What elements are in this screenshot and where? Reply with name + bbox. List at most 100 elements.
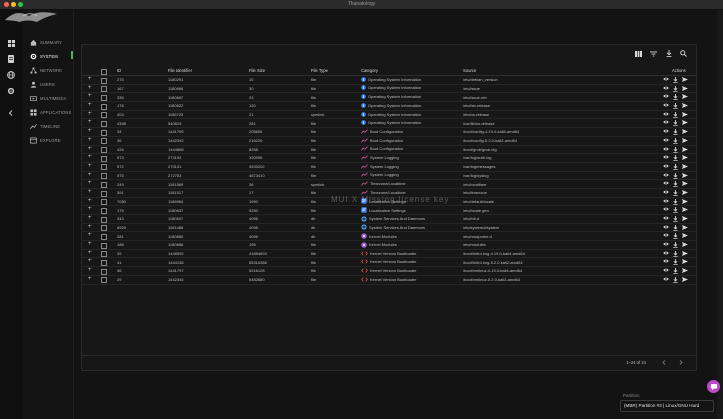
assistant-fab[interactable] (707, 380, 720, 393)
partition-select[interactable]: (MBR) Partition #3 | Linux/GNU Hurd (620, 400, 714, 412)
globe-icon[interactable] (6, 70, 16, 80)
row-checkbox[interactable] (101, 190, 107, 197)
view-icon[interactable] (663, 207, 669, 213)
view-icon[interactable] (663, 277, 669, 283)
next-page-icon[interactable] (678, 359, 684, 365)
prev-page-icon[interactable] (661, 359, 667, 365)
send-icon[interactable] (682, 85, 688, 92)
send-icon[interactable] (682, 120, 688, 126)
table-row[interactable]: +426 1444868 8258 file Boot Configuration/bo… (82, 146, 696, 155)
row-checkbox[interactable] (101, 112, 107, 119)
view-icon[interactable] (663, 199, 669, 205)
view-icon[interactable] (663, 164, 669, 170)
send-icon[interactable] (682, 146, 688, 153)
expand-row-icon[interactable]: + (88, 85, 92, 92)
table-row[interactable]: +275 1180291 10 file Operating System Inform… (82, 76, 696, 85)
send-icon[interactable] (682, 268, 688, 274)
table-row[interactable]: +572 273131 3533202 file System Logging/var/… (82, 163, 696, 172)
document-icon[interactable] (6, 54, 16, 64)
row-checkbox[interactable] (101, 207, 107, 214)
download-icon[interactable] (673, 85, 678, 92)
send-icon[interactable] (682, 111, 688, 118)
download-icon[interactable] (673, 224, 678, 231)
row-checkbox[interactable] (101, 225, 107, 232)
download-icon[interactable] (673, 189, 678, 196)
expand-row-icon[interactable]: + (88, 180, 92, 187)
view-icon[interactable] (663, 155, 669, 161)
download-icon[interactable] (673, 103, 678, 109)
view-icon[interactable] (663, 216, 669, 222)
download-icon[interactable] (673, 120, 678, 127)
expand-row-icon[interactable]: + (88, 76, 92, 83)
expand-row-icon[interactable]: + (88, 137, 92, 144)
col-header-category[interactable]: Category (361, 68, 378, 73)
table-row[interactable]: +249 1181569 36 symlink Timezone/Localtime/e… (82, 180, 696, 189)
view-icon[interactable] (663, 268, 669, 274)
download-icon[interactable] (673, 172, 678, 179)
send-icon[interactable] (682, 77, 688, 83)
table-row[interactable]: +167 1180666 30 file Operating System Inform… (82, 85, 696, 94)
nav-applications[interactable]: APPLICATIONS (29, 107, 71, 117)
send-icon[interactable] (682, 198, 688, 205)
send-icon[interactable] (682, 181, 688, 187)
col-header-file-identifier[interactable]: File Identifier (168, 68, 192, 73)
expand-row-icon[interactable]: + (88, 198, 92, 205)
view-icon[interactable] (663, 190, 669, 196)
row-checkbox[interactable] (101, 251, 107, 258)
download-icon[interactable] (673, 276, 678, 283)
download-icon[interactable] (673, 268, 678, 275)
filter-icon[interactable] (649, 49, 658, 58)
expand-row-icon[interactable]: + (88, 206, 92, 213)
download-icon[interactable] (673, 181, 678, 188)
send-icon[interactable] (682, 216, 688, 222)
columns-icon[interactable] (634, 49, 643, 58)
view-icon[interactable] (663, 147, 669, 153)
row-checkbox[interactable] (101, 242, 107, 249)
expand-row-icon[interactable]: + (88, 111, 92, 118)
expand-row-icon[interactable]: + (88, 119, 92, 126)
nav-explore[interactable]: EXPLORE (29, 135, 60, 145)
row-checkbox[interactable] (101, 94, 107, 101)
download-icon[interactable] (673, 216, 678, 222)
row-checkbox[interactable] (101, 77, 107, 84)
row-checkbox[interactable] (101, 181, 107, 188)
collapse-chevron-icon[interactable] (6, 108, 16, 118)
col-header-id[interactable]: ID (117, 68, 121, 73)
download-icon[interactable] (673, 137, 678, 144)
table-row[interactable]: +4398 540819 281 file Operating System Infor… (82, 119, 696, 129)
send-icon[interactable] (682, 155, 688, 161)
table-row[interactable]: +29 1442344 5482880 file Kernel Version Boot… (82, 276, 696, 285)
row-checkbox[interactable] (101, 277, 107, 284)
table-row[interactable]: +188 1180886 195 file Kernel Modules/etc/mod… (82, 241, 696, 250)
view-icon[interactable] (663, 181, 669, 187)
table-row[interactable]: +36 1441797 5216128 file Kernel Version Boot… (82, 267, 696, 276)
dashboard-icon[interactable] (6, 38, 16, 48)
row-checkbox[interactable] (101, 216, 107, 223)
download-icon[interactable] (673, 198, 678, 205)
row-checkbox[interactable] (101, 173, 107, 180)
expand-row-icon[interactable]: + (88, 189, 92, 196)
row-checkbox[interactable] (101, 129, 107, 136)
table-row[interactable]: +178 1180822 120 file Operating System Infor… (82, 102, 696, 111)
row-checkbox[interactable] (101, 86, 107, 93)
table-row[interactable]: +573 273192 120996 file System Logging/var/l… (82, 154, 696, 163)
row-checkbox[interactable] (101, 260, 107, 267)
table-row[interactable]: +575 272753 4673410 file System Logging/var/… (82, 172, 696, 181)
download-icon[interactable] (673, 94, 678, 101)
row-checkbox[interactable] (101, 164, 107, 171)
nav-timeline[interactable]: TIMELINE (29, 121, 60, 131)
col-header-file-size[interactable]: File Size (249, 68, 265, 73)
table-row[interactable]: +281 1180880 4096 dir Kernel Modules/etc/mod… (82, 232, 696, 242)
expand-row-icon[interactable]: + (88, 154, 92, 161)
expand-row-icon[interactable]: + (88, 172, 92, 179)
expand-row-icon[interactable]: + (88, 93, 92, 100)
table-row[interactable]: +343 1180507 4096 dir System Services And Da… (82, 215, 696, 224)
row-checkbox[interactable] (101, 103, 107, 110)
row-checkbox[interactable] (101, 121, 107, 128)
send-icon[interactable] (682, 103, 688, 109)
expand-row-icon[interactable]: + (88, 146, 92, 153)
row-checkbox[interactable] (101, 155, 107, 162)
view-icon[interactable] (663, 225, 669, 231)
nav-system[interactable]: SYSTEM (29, 51, 58, 61)
table-row[interactable]: +36 1442342 216220 file Boot Configuration/b… (82, 137, 696, 146)
